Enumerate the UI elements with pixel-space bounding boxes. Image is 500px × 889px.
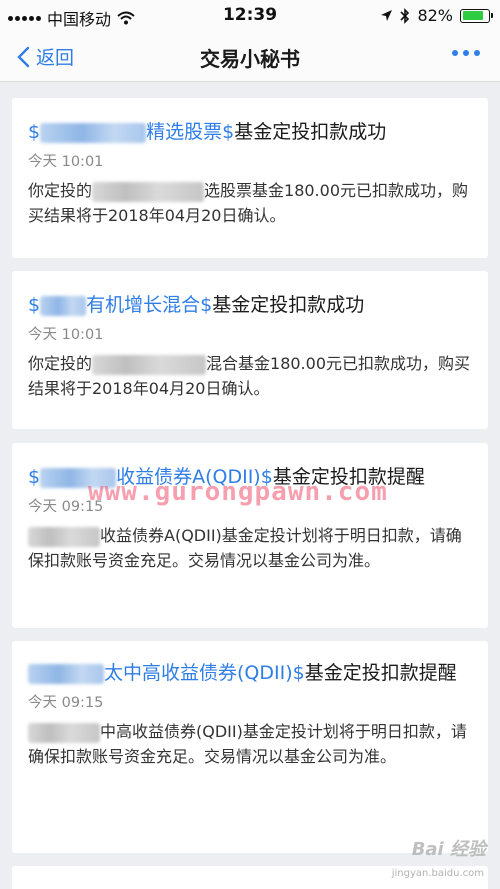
message-time: 今天 09:15	[28, 499, 104, 515]
fund-name-link[interactable]: 有机增长混合$	[86, 294, 212, 316]
title-suffix: 基金定投扣款成功	[234, 121, 387, 143]
message-time: 今天 10:01	[28, 327, 104, 343]
redacted-fund-name	[28, 722, 100, 743]
message-body: 你定投的 选股票基金180.00元已扣款成功，购买结果将于2018年04月20日确…	[28, 178, 472, 228]
message-body: 收益债券A(QDII)基金定投计划将于明日扣款，请确保扣款账号资金充足。交易情况…	[28, 523, 472, 573]
more-dot-icon	[452, 50, 458, 56]
fund-name-link[interactable]: 精选股票$	[146, 121, 234, 143]
battery-fill	[462, 11, 483, 20]
bluetooth-icon	[400, 7, 410, 24]
battery-percent: 82%	[417, 6, 453, 25]
redacted-fund-name	[92, 181, 205, 202]
fund-name-link[interactable]: 太中高收益债券(QDII)$	[104, 662, 305, 684]
message-body: 你定投的 混合基金180.00元已扣款成功，购买结果将于2018年04月20日确认…	[28, 351, 472, 401]
more-button[interactable]	[452, 50, 480, 56]
fund-name-link[interactable]: 收益债券A(QDII)$	[116, 466, 273, 488]
title-prefix: $	[28, 121, 41, 143]
message-card[interactable]: $ 有机增长混合$基金定投扣款成功 今天 10:01 你定投的 混合基金180.00…	[12, 271, 488, 429]
page-title: 交易小秘书	[200, 47, 300, 71]
message-card-partial[interactable]	[12, 866, 488, 889]
title-suffix: 基金定投扣款成功	[212, 294, 365, 316]
title-suffix: 基金定投扣款提醒	[304, 662, 457, 684]
message-card[interactable]: 太中高收益债券(QDII)$基金定投扣款提醒 今天 09:15 中高收益债券(Q…	[12, 641, 488, 853]
battery-icon	[460, 8, 493, 23]
message-time: 今天 10:01	[28, 154, 104, 170]
more-dot-icon	[463, 50, 469, 56]
title-prefix: $	[28, 466, 41, 488]
nav-bar: 返回 交易小秘书	[0, 32, 500, 82]
message-title: $ 有机增长混合$基金定投扣款成功	[28, 291, 472, 320]
body-lead: 你定投的	[28, 181, 93, 200]
message-card[interactable]: $ 收益债券A(QDII)$基金定投扣款提醒 今天 09:15 收益债券A(QDI…	[12, 443, 488, 628]
message-title: $ 精选股票$基金定投扣款成功	[28, 118, 472, 147]
redacted-fund-name	[92, 354, 207, 375]
message-title: 太中高收益债券(QDII)$基金定投扣款提醒	[28, 659, 472, 688]
message-title: $ 收益债券A(QDII)$基金定投扣款提醒	[28, 463, 472, 492]
status-right: 82%	[380, 6, 493, 25]
title-prefix: $	[28, 294, 41, 316]
redacted-fund-name	[40, 467, 117, 488]
redacted-fund-name	[28, 526, 100, 547]
redacted-fund-name	[40, 122, 147, 143]
message-card[interactable]: $ 精选股票$基金定投扣款成功 今天 10:01 你定投的 选股票基金180.00元…	[12, 98, 488, 258]
redacted-fund-name	[40, 295, 87, 316]
body-lead: 你定投的	[28, 354, 93, 373]
status-bar: 中国移动 12:39 82%	[0, 0, 500, 32]
more-dot-icon	[474, 50, 480, 56]
redacted-fund-name	[28, 663, 104, 684]
location-icon	[381, 10, 393, 21]
title-suffix: 基金定投扣款提醒	[272, 466, 425, 488]
message-time: 今天 09:15	[28, 695, 104, 711]
message-body: 中高收益债券(QDII)基金定投计划将于明日扣款，请确保扣款账号资金充足。交易情…	[28, 719, 472, 769]
